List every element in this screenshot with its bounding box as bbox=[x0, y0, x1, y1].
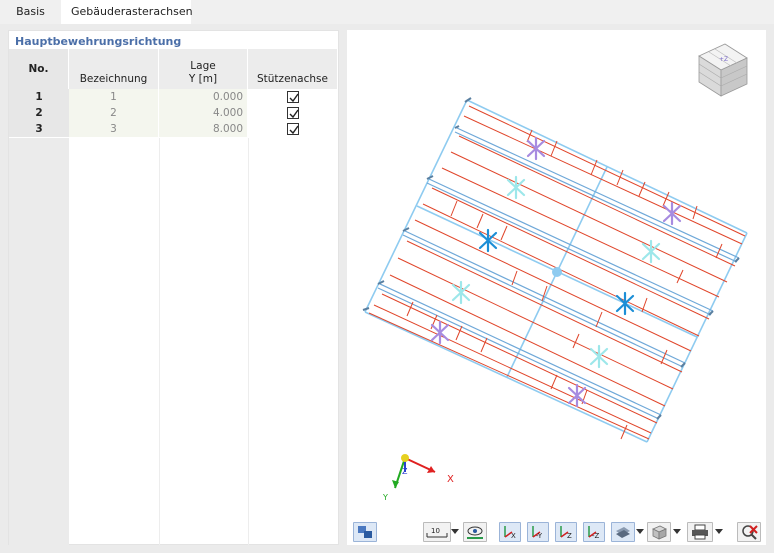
lage-y-cell[interactable]: 4.000 bbox=[159, 105, 248, 121]
visibility-icon bbox=[467, 526, 483, 539]
reset-button[interactable] bbox=[737, 522, 761, 542]
model-viewport[interactable]: +Z X Y Z bbox=[347, 30, 766, 520]
view-options-icon bbox=[358, 526, 372, 538]
svg-text:X: X bbox=[511, 532, 516, 540]
print-button[interactable] bbox=[687, 522, 713, 542]
tab-basis[interactable]: Basis bbox=[0, 0, 61, 24]
view-minus-z-button[interactable]: -Z bbox=[583, 522, 605, 542]
model-view-panel: +Z X Y Z 10 X -Y Z -Z bbox=[347, 30, 766, 545]
tab-bar: Basis Gebäuderasterachsen bbox=[0, 0, 774, 24]
tab-gebaeuderasterachsen[interactable]: Gebäuderasterachsen bbox=[61, 0, 193, 24]
svg-text:X: X bbox=[447, 474, 454, 485]
view-x-button[interactable]: X bbox=[499, 522, 521, 542]
print-dropdown-icon[interactable] bbox=[715, 529, 723, 534]
visibility-button[interactable] bbox=[463, 522, 487, 542]
row-number: 3 bbox=[9, 121, 69, 137]
axes-table-panel: Hauptbewehrungsrichtung No. Bezeichnung … bbox=[8, 30, 339, 545]
bezeichnung-cell[interactable]: 1 bbox=[69, 89, 159, 105]
column-header-lage[interactable]: Lage Y [m] bbox=[159, 49, 248, 89]
view-minus-y-button[interactable]: -Y bbox=[527, 522, 549, 542]
svg-text:-Y: -Y bbox=[536, 532, 543, 540]
section-title: Hauptbewehrungsrichtung bbox=[15, 35, 182, 48]
checkmark-icon bbox=[289, 125, 299, 135]
svg-text:Y: Y bbox=[382, 493, 388, 502]
column-header-bezeichnung[interactable]: Bezeichnung bbox=[69, 49, 159, 89]
stuetzenachse-cell bbox=[248, 89, 338, 105]
box-view-dropdown-icon[interactable] bbox=[673, 529, 681, 534]
row-number: 1 bbox=[9, 89, 69, 105]
box-view-button[interactable] bbox=[647, 522, 671, 542]
row-number: 2 bbox=[9, 105, 69, 121]
view-toolbar: 10 X -Y Z -Z bbox=[347, 521, 766, 545]
model-graphic: +Z X Y Z bbox=[362, 43, 748, 502]
stuetzenachse-cell bbox=[248, 105, 338, 121]
table-row[interactable]: 2 2 4.000 bbox=[9, 105, 338, 121]
row-number-column-empty bbox=[9, 138, 69, 545]
svg-text:-Z: -Z bbox=[592, 532, 600, 540]
axis-triad-icon: X Y Z bbox=[382, 454, 454, 502]
column-divider bbox=[248, 138, 249, 545]
stuetzenachse-checkbox[interactable] bbox=[287, 123, 299, 135]
column-header-stuetzenachse[interactable]: Stützenachse bbox=[248, 49, 338, 89]
column-divider bbox=[159, 138, 160, 545]
box-view-icon bbox=[652, 525, 667, 540]
view-z-icon: Z bbox=[560, 526, 572, 540]
print-icon bbox=[692, 524, 708, 540]
bezeichnung-cell[interactable]: 3 bbox=[69, 121, 159, 137]
svg-text:+Z: +Z bbox=[719, 56, 728, 63]
stuetzenachse-checkbox[interactable] bbox=[287, 91, 299, 103]
stuetzenachse-checkbox[interactable] bbox=[287, 107, 299, 119]
svg-text:Z: Z bbox=[402, 467, 408, 476]
view-x-icon: X bbox=[504, 526, 516, 540]
lage-y-cell[interactable]: 0.000 bbox=[159, 89, 248, 105]
view-cube: +Z bbox=[698, 43, 748, 97]
checkmark-icon bbox=[289, 93, 299, 103]
checkmark-icon bbox=[289, 109, 299, 119]
view-z-button[interactable]: Z bbox=[555, 522, 577, 542]
scale-dropdown-arrow-icon[interactable] bbox=[451, 529, 459, 534]
table-header: No. Bezeichnung Lage Y [m] Stützenachse bbox=[9, 49, 338, 89]
render-mode-dropdown-icon[interactable] bbox=[636, 529, 644, 534]
view-minus-y-icon: -Y bbox=[532, 526, 543, 540]
render-mode-icon bbox=[616, 527, 630, 538]
svg-text:Z: Z bbox=[567, 532, 572, 540]
table-row[interactable]: 3 3 8.000 bbox=[9, 121, 338, 137]
table-row[interactable]: 1 1 0.000 bbox=[9, 89, 338, 105]
scale-dropdown-icon: 10 bbox=[426, 527, 448, 538]
view-options-button[interactable] bbox=[353, 522, 377, 542]
render-mode-button[interactable] bbox=[611, 522, 635, 542]
column-header-no[interactable]: No. bbox=[9, 49, 69, 89]
scale-button[interactable]: 10 bbox=[423, 522, 451, 542]
lage-y-cell[interactable]: 8.000 bbox=[159, 121, 248, 137]
bezeichnung-cell[interactable]: 2 bbox=[69, 105, 159, 121]
reset-icon bbox=[742, 525, 758, 540]
stuetzenachse-cell bbox=[248, 121, 338, 137]
view-minus-z-icon: -Z bbox=[588, 526, 600, 540]
svg-text:10: 10 bbox=[431, 527, 440, 535]
